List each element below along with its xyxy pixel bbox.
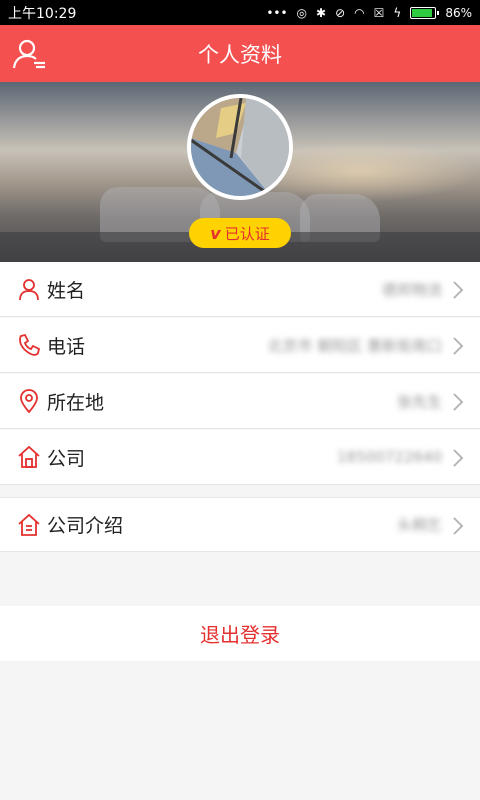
sim-icon: ☒	[373, 5, 385, 20]
bluetooth-icon: ✱	[316, 5, 327, 20]
field-value-name: 德邦物流	[381, 280, 442, 299]
battery-percent: 86%	[445, 5, 472, 20]
mute-icon: ⊘	[335, 5, 346, 20]
chevron-right-icon	[453, 449, 464, 467]
chevron-right-icon	[453, 337, 464, 355]
verified-v-icon: v	[210, 223, 221, 243]
profile-row-location[interactable]: 所在地 张先生	[0, 374, 480, 429]
chevron-right-icon	[453, 517, 464, 535]
avatar[interactable]	[187, 94, 293, 200]
user-menu-icon[interactable]	[12, 37, 46, 71]
logout-button[interactable]: 退出登录	[0, 606, 480, 661]
field-label-company-intro: 公司介绍	[47, 515, 124, 537]
wifi-icon: ◠	[354, 5, 365, 20]
app-bar: 个人资料	[0, 25, 480, 82]
location-pin-icon	[20, 389, 38, 413]
field-value-company: 18500722640	[337, 448, 442, 466]
field-value-company-intro: 头桐乞	[396, 516, 442, 534]
field-value-location: 张先生	[396, 392, 442, 411]
profile-row-company[interactable]: 公司 18500722640	[0, 430, 480, 485]
phone-icon	[19, 333, 41, 356]
charging-icon: ϟ	[393, 5, 402, 20]
user-icon	[19, 279, 39, 301]
field-label-location: 所在地	[47, 391, 105, 414]
verified-badge: v 已认证	[189, 218, 291, 248]
verified-label: 已认证	[224, 224, 270, 243]
chevron-right-icon	[453, 281, 464, 299]
page-title: 个人资料	[198, 42, 282, 67]
battery-icon	[410, 6, 440, 19]
profile-row-name[interactable]: 姓名 德邦物流	[0, 262, 480, 317]
more-icon: •••	[266, 5, 288, 20]
field-value-phone: 北京市 朝阳区 惠新街南口	[267, 336, 442, 355]
field-label-company: 公司	[47, 447, 86, 470]
profile-row-phone[interactable]: 电话 北京市 朝阳区 惠新街南口	[0, 318, 480, 373]
profile-row-company-intro[interactable]: 公司介绍 头桐乞	[0, 497, 480, 552]
status-time: 上午10:29	[8, 5, 77, 22]
field-label-name: 姓名	[47, 279, 86, 302]
status-icons: ••• ◎ ✱ ⊘ ◠ ☒ ϟ 86%	[266, 6, 472, 20]
field-label-phone: 电话	[47, 335, 86, 358]
alarm-icon: ◎	[296, 5, 308, 20]
status-bar: 上午10:29 ••• ◎ ✱ ⊘ ◠ ☒ ϟ 86%	[0, 0, 480, 25]
home-icon	[18, 445, 40, 468]
chevron-right-icon	[453, 393, 464, 411]
company-info-icon	[18, 513, 40, 536]
